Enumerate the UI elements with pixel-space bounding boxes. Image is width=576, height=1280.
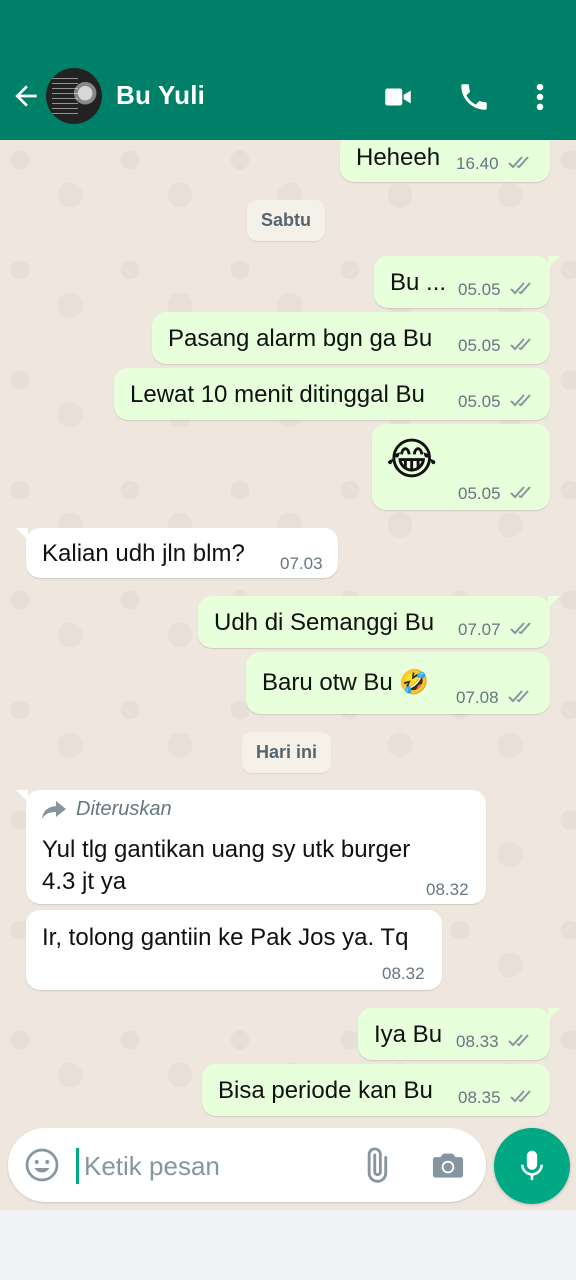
- message-text: Pasang alarm bgn ga Bu: [168, 325, 433, 352]
- menu-dots-icon[interactable]: [528, 80, 552, 114]
- read-ticks-icon: [510, 282, 531, 295]
- incoming-message[interactable]: Ir, tolong gantiin ke Pak Jos ya. Tq 08.…: [26, 910, 442, 990]
- message-time: 07.03: [280, 554, 323, 573]
- outgoing-message[interactable]: Udh di Semanggi Bu 07.07: [198, 596, 560, 648]
- message-text: Kalian udh jln blm?: [42, 540, 245, 567]
- message-text: Lewat 10 menit ditinggal Bu: [130, 381, 425, 408]
- message-time: 05.05: [458, 484, 501, 503]
- message-text: Baru otw Bu 🤣: [262, 669, 430, 696]
- read-ticks-icon: [510, 338, 531, 351]
- message-composer: [8, 1128, 486, 1202]
- mic-icon: [521, 1150, 543, 1181]
- message-time: 16.40: [456, 154, 499, 173]
- message-input[interactable]: [84, 1146, 344, 1186]
- message-time: 05.05: [458, 280, 501, 299]
- text-cursor: [76, 1148, 79, 1184]
- back-arrow-icon[interactable]: [10, 80, 42, 112]
- message-text: Bu ...: [390, 269, 447, 296]
- message-time: 08.32: [382, 964, 425, 983]
- outgoing-message[interactable]: 😂 05.05: [372, 424, 550, 510]
- date-separator: Sabtu: [247, 200, 326, 241]
- video-call-icon[interactable]: [380, 80, 416, 114]
- message-text: Bisa periode kan Bu: [218, 1077, 433, 1104]
- message-text: Ir, tolong gantiin ke Pak Jos ya. Tq: [42, 924, 409, 951]
- outgoing-message[interactable]: Baru otw Bu 🤣 07.08: [246, 652, 550, 714]
- outgoing-message[interactable]: Lewat 10 menit ditinggal Bu 05.05: [114, 368, 550, 420]
- voice-call-icon[interactable]: [456, 80, 492, 114]
- read-ticks-icon: [508, 690, 529, 703]
- outgoing-message[interactable]: Heheeh 16.40: [340, 140, 550, 182]
- emoji-text: 😂: [386, 435, 438, 484]
- message-text: Udh di Semanggi Bu: [214, 609, 435, 636]
- read-ticks-icon: [510, 1090, 531, 1103]
- message-time: 05.05: [458, 336, 501, 355]
- read-ticks-icon: [510, 394, 531, 407]
- message-time: 08.33: [456, 1032, 499, 1051]
- outgoing-message[interactable]: Bu ... 05.05: [374, 256, 560, 308]
- system-nav-area: [0, 1210, 576, 1280]
- emoji-icon[interactable]: [24, 1147, 60, 1183]
- mic-button[interactable]: [494, 1128, 570, 1204]
- outgoing-message[interactable]: Iya Bu 08.33: [358, 1008, 560, 1060]
- read-ticks-icon: [510, 486, 531, 499]
- read-ticks-icon: [508, 1034, 529, 1047]
- incoming-message[interactable]: Kalian udh jln blm? 07.03: [16, 528, 338, 578]
- forward-arrow-icon: [42, 800, 66, 819]
- message-time: 08.35: [458, 1088, 501, 1107]
- forwarded-label: Diteruskan: [40, 798, 172, 821]
- attach-icon[interactable]: [358, 1146, 396, 1184]
- camera-icon[interactable]: [428, 1146, 468, 1184]
- outgoing-message[interactable]: Pasang alarm bgn ga Bu 05.05: [152, 312, 550, 364]
- avatar[interactable]: [46, 68, 102, 124]
- contact-name[interactable]: Bu Yuli: [116, 80, 205, 111]
- read-ticks-icon: [508, 156, 529, 169]
- forwarded-incoming-message[interactable]: Diteruskan Yul tlg gantikan uang sy utk …: [16, 790, 486, 904]
- message-time: 05.05: [458, 392, 501, 411]
- message-time: 07.08: [456, 688, 499, 707]
- read-ticks-icon: [510, 622, 531, 635]
- message-text: Iya Bu: [374, 1021, 443, 1048]
- message-text-line-1: Yul tlg gantikan uang sy utk burger: [42, 836, 411, 863]
- message-text: Heheeh: [356, 144, 441, 171]
- message-time: 08.32: [426, 880, 469, 899]
- chat-header: Bu Yuli: [0, 0, 576, 140]
- message-text-line-2: 4.3 jt ya: [42, 868, 127, 895]
- chat-area[interactable]: Heheeh 16.40 Sabtu Bu ... 05.05 Pasang a…: [0, 140, 576, 1126]
- date-separator: Hari ini: [242, 732, 332, 773]
- outgoing-message[interactable]: Bisa periode kan Bu 08.35: [202, 1064, 550, 1116]
- message-time: 07.07: [458, 620, 501, 639]
